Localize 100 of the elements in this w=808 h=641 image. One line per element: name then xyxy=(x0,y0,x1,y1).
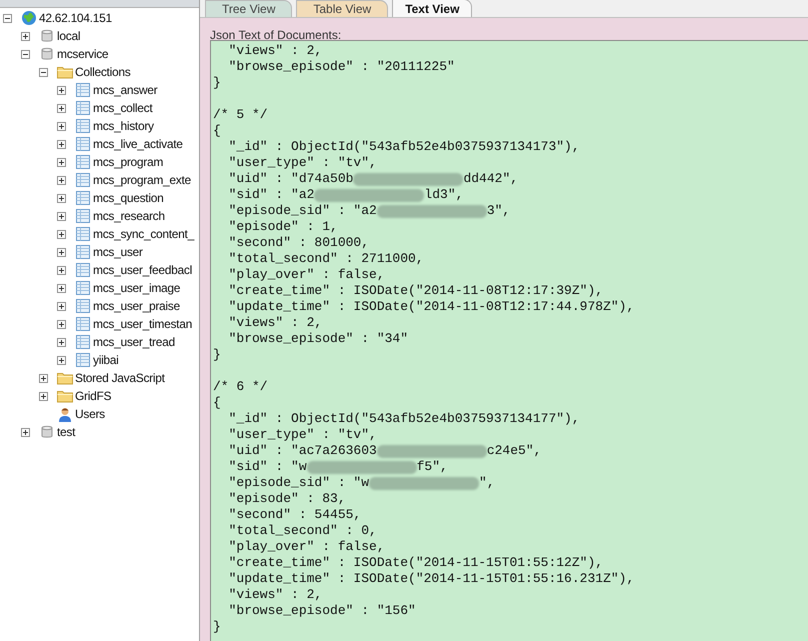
tree-item[interactable]: mcs_answer xyxy=(92,83,158,97)
code-line: "episode_sid" : "w xyxy=(228,475,370,491)
tree-item[interactable]: mcs_user_praise xyxy=(92,299,180,313)
table-icon xyxy=(76,209,90,223)
tree-item[interactable]: 42.62.104.151 xyxy=(38,11,112,25)
code-line: "user_type" : "tv", xyxy=(228,427,377,443)
tree-item[interactable]: mcs_user_feedbacl xyxy=(92,263,192,277)
expand-icon[interactable] xyxy=(21,428,30,436)
expand-icon[interactable] xyxy=(39,374,48,382)
view-tab[interactable]: Table View xyxy=(296,0,388,17)
tree-item[interactable]: mcs_program_exte xyxy=(92,173,191,187)
tree-item[interactable]: Users xyxy=(74,407,105,421)
expand-icon[interactable] xyxy=(57,122,66,130)
expand-icon[interactable] xyxy=(57,104,66,112)
code-line: } xyxy=(213,347,221,363)
code-line: "episode_sid" : "a2 xyxy=(228,203,377,219)
code-line: "episode" : 1, xyxy=(228,219,338,235)
database-icon xyxy=(41,425,53,439)
code-line: /* 5 */ xyxy=(213,107,268,123)
tree-item[interactable]: Stored JavaScript xyxy=(74,371,165,385)
tree-item[interactable]: GridFS xyxy=(74,389,112,403)
code-line: "uid" : "ac7a263603 xyxy=(228,443,377,459)
code-line: "second" : 801000, xyxy=(228,235,370,251)
code-line: /* 6 */ xyxy=(213,379,268,395)
code-line: dd442", xyxy=(463,171,518,187)
table-icon xyxy=(76,119,90,133)
table-icon xyxy=(76,191,90,205)
tree-item[interactable]: mcs_user_tread xyxy=(92,335,175,349)
view-tab[interactable]: Tree View xyxy=(205,0,292,17)
expand-icon[interactable] xyxy=(57,86,66,94)
expand-icon[interactable] xyxy=(39,392,48,400)
view-tab[interactable]: Text View xyxy=(392,0,472,17)
code-line: "browse_episode" : "34" xyxy=(228,331,408,347)
tree-item[interactable]: mcs_history xyxy=(92,119,154,133)
code-line: "total_second" : 2711000, xyxy=(228,251,424,267)
collapse-icon[interactable] xyxy=(21,50,30,58)
expand-icon[interactable] xyxy=(57,212,66,220)
expand-icon[interactable] xyxy=(57,248,66,256)
tree-item[interactable]: mcs_live_activate xyxy=(92,137,183,151)
table-icon xyxy=(76,83,90,97)
code-line: "play_over" : false, xyxy=(228,539,385,555)
table-icon xyxy=(76,137,90,151)
code-line: "views" : 2, xyxy=(228,587,322,603)
folder-icon xyxy=(57,390,73,402)
code-line: "update_time" : ISODate("2014-11-08T12:17:44.978Z"), xyxy=(228,299,634,315)
collapse-icon[interactable] xyxy=(39,68,48,76)
table-icon xyxy=(76,263,90,277)
code-line: { xyxy=(213,395,221,411)
code-line: } xyxy=(213,619,221,635)
tree-item[interactable]: mcs_collect xyxy=(92,101,152,115)
expand-icon[interactable] xyxy=(57,230,66,238)
table-icon xyxy=(76,173,90,187)
tree-item[interactable]: mcs_user_timestan xyxy=(92,317,192,331)
code-line: "browse_episode" : "156" xyxy=(228,603,416,619)
tree-item[interactable]: mcs_sync_content_ xyxy=(92,227,194,241)
code-line: "uid" : "d74a50b xyxy=(228,171,354,187)
expand-icon[interactable] xyxy=(57,284,66,292)
code-line: { xyxy=(213,123,221,139)
code-line: c24e5", xyxy=(486,443,542,459)
code-line: "episode" : 83, xyxy=(228,491,346,507)
code-line: 3", xyxy=(486,203,510,219)
expand-icon[interactable] xyxy=(57,266,66,274)
expand-icon[interactable] xyxy=(57,140,66,148)
expand-icon[interactable] xyxy=(57,158,66,166)
code-line: "user_type" : "tv", xyxy=(228,155,377,171)
tree-item[interactable]: mcs_question xyxy=(92,191,164,205)
expand-icon[interactable] xyxy=(57,302,66,310)
tree-item[interactable]: mcs_program xyxy=(92,155,164,169)
expand-icon[interactable] xyxy=(57,176,66,184)
tree-item[interactable]: mcs_research xyxy=(92,209,165,223)
expand-icon[interactable] xyxy=(57,338,66,346)
table-icon xyxy=(76,101,90,115)
expand-icon[interactable] xyxy=(57,320,66,328)
code-line: "create_time" : ISODate("2014-11-08T12:17:39Z"), xyxy=(228,283,604,299)
code-line: "sid" : "a2 xyxy=(228,187,314,203)
panel-label: Json Text of Documents: xyxy=(210,27,342,40)
expand-icon[interactable] xyxy=(21,32,30,40)
code-line: "second" : 54455, xyxy=(228,507,362,523)
tree-item[interactable]: mcservice xyxy=(56,47,108,61)
code-line: } xyxy=(213,75,221,91)
collapse-icon[interactable] xyxy=(3,14,12,22)
tree-item[interactable]: test xyxy=(56,425,76,439)
tree-item[interactable]: local xyxy=(56,29,80,43)
expand-icon[interactable] xyxy=(57,356,66,364)
user-icon xyxy=(58,406,72,422)
code-line: "create_time" : ISODate("2014-11-15T01:55:12Z"), xyxy=(228,555,604,571)
code-line: "_id" : ObjectId("543afb52e4b0375937134177"), xyxy=(228,411,580,427)
code-line: "views" : 2, xyxy=(228,315,322,331)
code-line: "browse_episode" : "20111225" xyxy=(228,59,455,75)
database-icon xyxy=(41,29,53,43)
table-icon xyxy=(76,299,90,313)
database-icon xyxy=(41,47,53,61)
tree-item[interactable]: yiibai xyxy=(92,353,119,367)
tree-item[interactable]: mcs_user xyxy=(92,245,143,259)
tree-item[interactable]: mcs_user_image xyxy=(92,281,180,295)
folder-icon xyxy=(57,372,73,384)
tree-item[interactable]: Collections xyxy=(74,65,130,79)
table-icon xyxy=(76,155,90,169)
code-line: f5", xyxy=(416,459,448,475)
expand-icon[interactable] xyxy=(57,194,66,202)
